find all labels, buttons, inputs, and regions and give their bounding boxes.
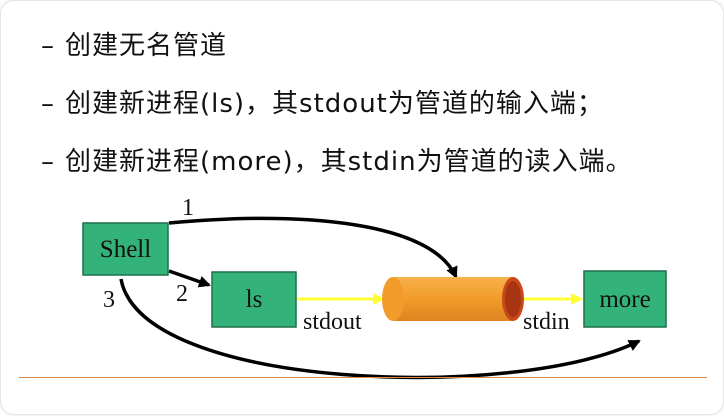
ls-node: ls	[211, 271, 297, 328]
shell-label: Shell	[100, 236, 151, 263]
pipe-cylinder	[382, 277, 524, 321]
shell-node: Shell	[82, 222, 169, 276]
label-1: 1	[182, 195, 194, 221]
label-3: 3	[103, 287, 115, 313]
ls-label: ls	[246, 286, 263, 313]
stdin-label: stdin	[523, 309, 570, 335]
pipe-diagram: Shell ls more 1 2 3 stdout stdin	[82, 195, 667, 380]
label-2: 2	[176, 281, 188, 307]
arrow-2-shell-to-ls	[168, 269, 211, 288]
more-label: more	[599, 286, 650, 313]
slide-card: – 创建无名管道 – 创建新进程(ls)，其stdout为管道的输入端； – 创建新进…	[0, 0, 724, 415]
arrow-1-shell-to-pipe	[168, 216, 458, 279]
more-node: more	[583, 270, 667, 328]
stdout-label: stdout	[303, 309, 362, 335]
footer-divider	[19, 377, 707, 378]
